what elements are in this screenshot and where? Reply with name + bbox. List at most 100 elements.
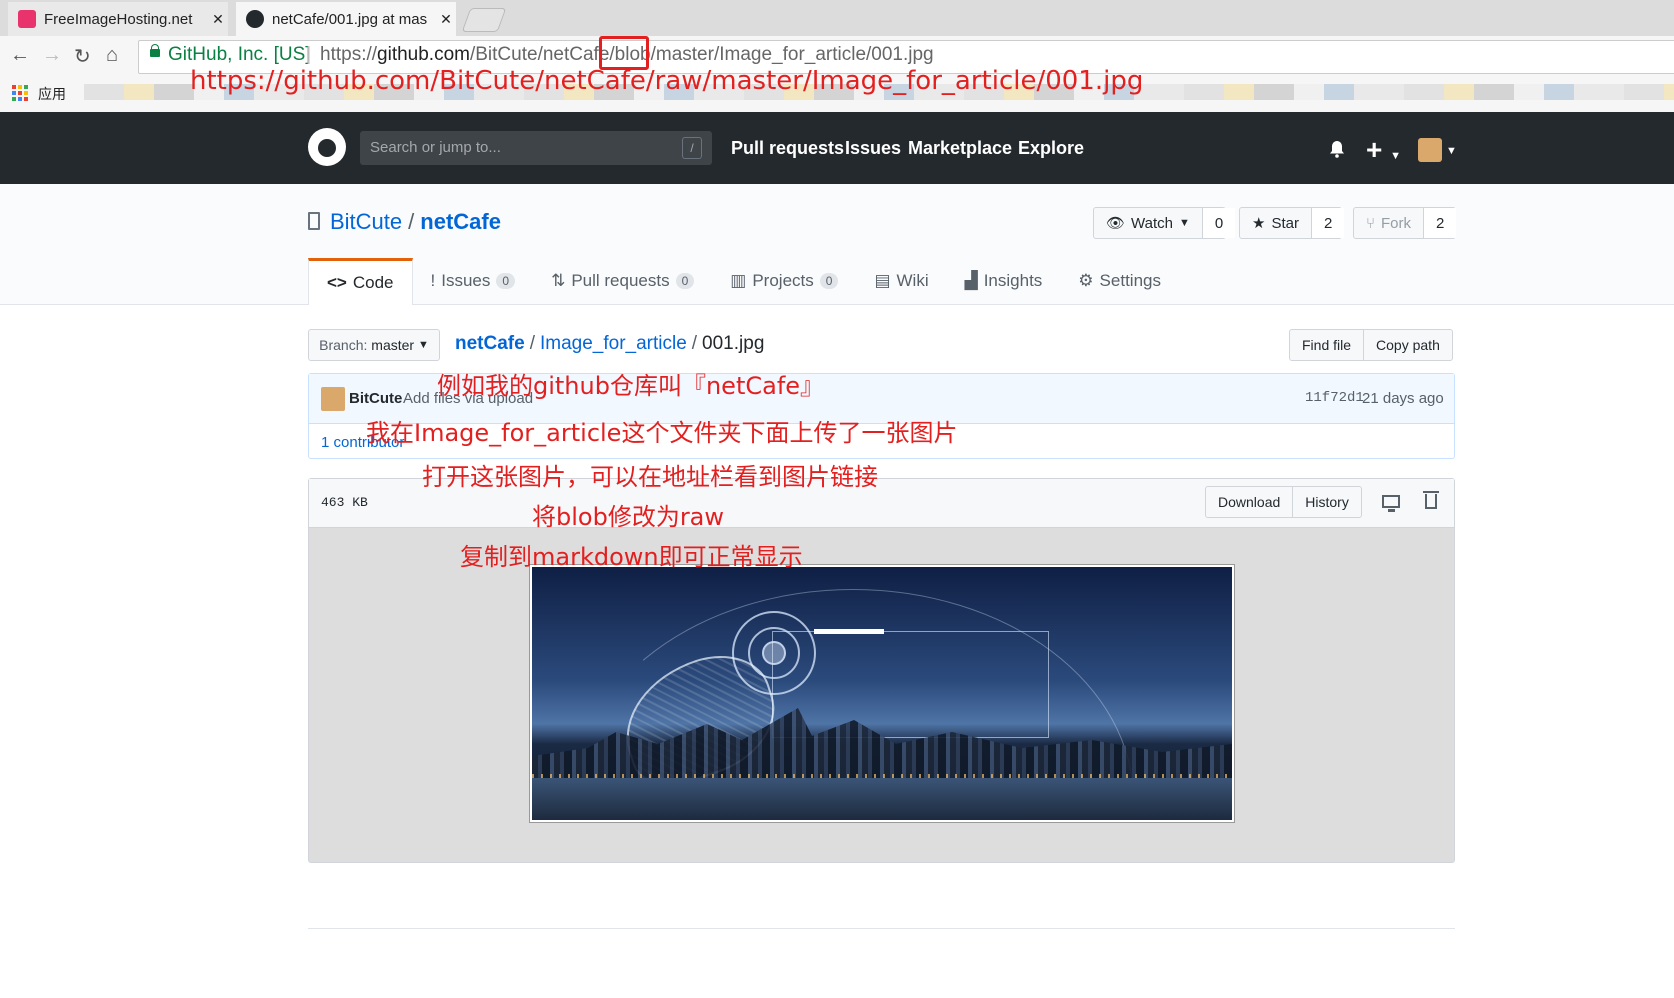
avatar[interactable] xyxy=(321,387,345,411)
close-tab-icon[interactable]: ✕ xyxy=(208,11,228,28)
tab-pull-requests[interactable]: ⇅ Pull requests 0 xyxy=(533,258,712,304)
desktop-icon[interactable] xyxy=(1382,495,1400,512)
repo-icon xyxy=(308,212,320,230)
annotation-raw-url: https://github.com/BitCute/netCafe/raw/m… xyxy=(190,66,1144,96)
tab-label: Projects xyxy=(752,271,814,290)
apps-grid-icon[interactable] xyxy=(12,85,28,101)
pull-request-icon: ⇅ xyxy=(551,271,566,290)
history-button[interactable]: History xyxy=(1292,487,1361,517)
nav-pull-requests[interactable]: Pull requests xyxy=(731,138,844,159)
branch-name: master xyxy=(371,337,415,353)
close-tab-icon[interactable]: ✕ xyxy=(436,11,456,28)
breadcrumb: netCafe / Image_for_article/001.jpg xyxy=(455,333,764,355)
fork-label: Fork xyxy=(1381,214,1412,232)
branch-select[interactable]: Branch: master ▼ xyxy=(308,329,440,361)
tab-counter: 0 xyxy=(496,273,516,289)
tab-label: Insights xyxy=(983,271,1043,290)
watch-button[interactable]: 👁 Watch ▼ 0 xyxy=(1093,207,1236,239)
download-button[interactable]: Download xyxy=(1206,487,1292,517)
chevron-down-icon[interactable]: ▼ xyxy=(1446,145,1457,157)
gear-icon: ⚙ xyxy=(1078,271,1094,290)
annotation-step-5: 复制到markdown即可正常显示 xyxy=(460,543,803,571)
blob-highlight-box xyxy=(599,36,649,70)
tab-counter: 0 xyxy=(819,273,839,289)
create-new-button[interactable]: + ▼ xyxy=(1366,134,1401,166)
repo-name-link[interactable]: netCafe xyxy=(420,209,501,234)
code-icon: <> xyxy=(327,273,347,292)
tab-projects[interactable]: ▥ Projects 0 xyxy=(712,258,856,304)
breadcrumb-repo[interactable]: netCafe xyxy=(455,333,525,354)
nav-marketplace[interactable]: Marketplace xyxy=(908,138,1012,159)
user-avatar[interactable] xyxy=(1418,138,1442,162)
trash-icon[interactable] xyxy=(1423,491,1439,509)
tab-label: Pull requests xyxy=(571,271,670,290)
tab-label: Code xyxy=(352,273,394,292)
tab-label: Wiki xyxy=(896,271,929,290)
tab-title: netCafe/001.jpg at mas xyxy=(272,10,428,28)
star-label: Star xyxy=(1271,214,1299,232)
find-file-button[interactable]: Find file xyxy=(1290,330,1363,360)
repo-owner-link[interactable]: BitCute xyxy=(330,209,402,234)
tab-settings[interactable]: ⚙ Settings xyxy=(1060,258,1179,304)
footer-divider xyxy=(308,928,1455,929)
back-icon[interactable]: ← xyxy=(10,44,30,67)
repo-tabs: <> Code ! Issues 0 ⇅ Pull requests 0 ▥ Project… xyxy=(308,258,1179,305)
commit-sha[interactable]: 11f72d1 xyxy=(1305,390,1364,406)
commit-age: 21 days ago xyxy=(1362,390,1444,407)
tab-label: Settings xyxy=(1099,271,1161,290)
project-icon: ▥ xyxy=(730,271,747,290)
address-separator: | xyxy=(306,44,311,65)
issue-icon: ! xyxy=(430,271,436,290)
breadcrumb-separator: / xyxy=(529,333,535,354)
url-domain: github.com xyxy=(377,44,470,65)
tab-counter: 0 xyxy=(675,273,695,289)
graph-icon: ▟ xyxy=(964,271,978,290)
tab-issues[interactable]: ! Issues 0 xyxy=(413,258,534,304)
tab-code[interactable]: <> Code xyxy=(308,258,413,305)
river xyxy=(532,778,1232,820)
copy-path-button[interactable]: Copy path xyxy=(1363,330,1452,360)
browser-tab-github[interactable]: netCafe/001.jpg at mas ✕ xyxy=(236,2,456,36)
chevron-down-icon: ▼ xyxy=(1179,217,1190,229)
repo-title-separator: / xyxy=(408,209,415,234)
image-preview xyxy=(529,564,1235,823)
tab-label: Issues xyxy=(441,271,491,290)
fork-button[interactable]: ⑂ Fork 2 xyxy=(1353,207,1457,239)
home-icon[interactable]: ⌂ xyxy=(106,44,118,67)
search-shortcut-hint: / xyxy=(682,137,702,159)
github-logo-icon[interactable] xyxy=(308,128,346,166)
file-view-actions: Download History xyxy=(1205,486,1362,518)
breadcrumb-separator: / xyxy=(691,333,698,354)
star-count[interactable]: 2 xyxy=(1310,208,1345,238)
repo-title: BitCute / netCafe xyxy=(330,209,501,235)
chevron-down-icon: ▼ xyxy=(1390,150,1402,162)
apps-bookmark[interactable]: 应用 xyxy=(38,84,66,104)
chevron-down-icon: ▼ xyxy=(417,339,429,351)
annotation-step-1: 例如我的github仓库叫『netCafe』 xyxy=(437,372,825,400)
commit-author[interactable]: BitCute xyxy=(349,390,402,407)
fork-count[interactable]: 2 xyxy=(1423,208,1457,238)
freeimagehosting-favicon-icon xyxy=(18,10,36,28)
reload-icon[interactable]: ↻ xyxy=(74,44,91,69)
hud-bar xyxy=(814,629,884,634)
tab-insights[interactable]: ▟ Insights xyxy=(947,258,1061,304)
secure-origin-label: GitHub, Inc. [US] xyxy=(168,44,311,65)
search-input[interactable]: Search or jump to... / xyxy=(360,131,712,165)
annotation-step-3: 打开这张图片，可以在地址栏看到图片链接 xyxy=(422,463,878,491)
breadcrumb-folder[interactable]: Image_for_article xyxy=(540,333,687,354)
tab-wiki[interactable]: ▤ Wiki xyxy=(856,258,946,304)
annotation-step-2: 我在Image_for_article这个文件夹下面上传了一张图片 xyxy=(366,419,958,447)
file-size: 463 KB xyxy=(321,495,368,510)
lock-icon xyxy=(150,44,160,57)
forward-icon[interactable]: → xyxy=(42,44,62,67)
nav-explore[interactable]: Explore xyxy=(1018,138,1084,159)
browser-tab-freeimagehosting[interactable]: FreeImageHosting.net ✕ xyxy=(8,2,228,36)
nav-issues[interactable]: Issues xyxy=(845,138,901,159)
star-button[interactable]: ★ Star 2 xyxy=(1239,207,1345,239)
url-path: /BitCute/netCafe/blob/master/Image_for_a… xyxy=(469,44,934,65)
watch-count[interactable]: 0 xyxy=(1201,208,1236,238)
url-scheme: https:// xyxy=(320,44,378,65)
tab-title: FreeImageHosting.net xyxy=(44,10,193,28)
annotation-step-4: 将blob修改为raw xyxy=(532,503,725,531)
notifications-bell-icon[interactable] xyxy=(1328,140,1346,158)
